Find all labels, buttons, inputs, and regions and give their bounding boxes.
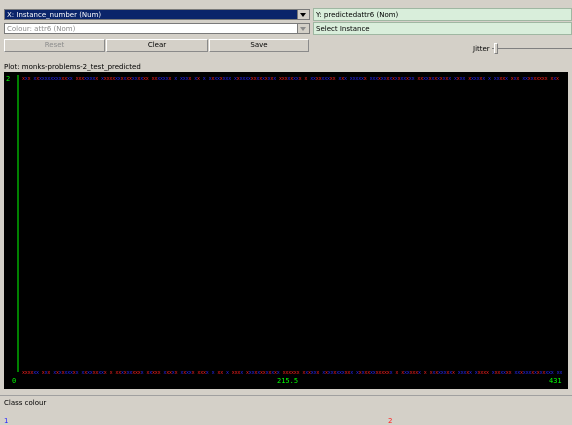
data-point: x — [364, 76, 367, 82]
data-point: x — [424, 370, 427, 376]
data-point: x — [509, 370, 512, 376]
legend-divider — [0, 395, 572, 396]
select-instance-box[interactable]: Select Instance — [313, 22, 572, 35]
colour-select[interactable]: Colour: attr6 (Nom) — [4, 23, 310, 34]
data-point: x — [158, 370, 161, 376]
data-point: x — [273, 76, 276, 82]
data-point: x — [316, 370, 319, 376]
data-point: x — [28, 76, 31, 82]
save-button[interactable]: Save — [209, 39, 309, 52]
data-point: x — [299, 76, 302, 82]
x-tick-label-max: 431 — [549, 377, 562, 385]
x-axis-select[interactable]: X: Instance_number (Num) — [4, 9, 310, 20]
data-point: x — [206, 370, 209, 376]
colour-select-value: Colour: attr6 (Nom) — [7, 25, 76, 33]
data-point: x — [488, 76, 491, 82]
clear-button[interactable]: Clear — [106, 39, 208, 52]
class-legend-2: 2 — [388, 417, 393, 425]
data-point: x — [395, 370, 398, 376]
x-tick-label-min: 0 — [12, 377, 16, 385]
data-point: x — [482, 76, 485, 82]
data-point: x — [76, 370, 79, 376]
data-point: x — [462, 76, 465, 82]
data-point: x — [505, 76, 508, 82]
reset-button[interactable]: Reset — [4, 39, 105, 52]
data-point: x — [344, 76, 347, 82]
data-point: x — [486, 370, 489, 376]
data-point: x — [36, 370, 39, 376]
data-point: x — [277, 370, 280, 376]
jitter-slider-track[interactable] — [492, 48, 572, 49]
data-point: x — [559, 370, 562, 376]
data-point: x — [551, 370, 554, 376]
data-point: x — [174, 76, 177, 82]
x-tick-label-mid: 215.5 — [277, 377, 298, 385]
data-point: x — [220, 370, 223, 376]
plot-title: Plot: monks-problems-2_test_predicted — [4, 63, 141, 71]
class-legend-1: 1 — [4, 417, 9, 425]
data-point: x — [545, 76, 548, 82]
data-point: x — [141, 370, 144, 376]
y-axis-select-value: Y: predictedattr6 (Nom) — [316, 11, 399, 19]
data-point: x — [418, 370, 421, 376]
colour-dropdown-button[interactable] — [297, 24, 309, 33]
data-point: x — [452, 370, 455, 376]
y-tick-label-top: 2 — [6, 75, 10, 83]
points-row-class-2: xxxxxxxxxxxxxxxxxxxxxxxxxxxxxxxxxxxxxxxx… — [22, 76, 559, 82]
scatter-plot: 2 0 215.5 431 xxxxxxxxxxxxxxxxxxxxxxxxxx… — [6, 75, 562, 385]
plot-area[interactable]: 2 0 215.5 431 xxxxxxxxxxxxxxxxxxxxxxxxxx… — [4, 72, 568, 389]
data-point: x — [390, 370, 393, 376]
data-point: x — [226, 370, 229, 376]
chevron-down-icon — [300, 13, 306, 17]
data-point: x — [70, 76, 73, 82]
data-point: x — [168, 76, 171, 82]
data-point: x — [304, 76, 307, 82]
data-point: x — [240, 370, 243, 376]
data-point: x — [146, 76, 149, 82]
class-colour-label: Class colour — [4, 399, 47, 407]
points-row-class-1: xxxxxxxxxxxxxxxxxxxxxxxxxxxxxxxxxxxxxxxx… — [22, 370, 562, 376]
y-axis-select[interactable]: Y: predictedattr6 (Nom) — [313, 8, 572, 21]
data-point: x — [333, 76, 336, 82]
data-point: x — [516, 76, 519, 82]
data-point: x — [188, 76, 191, 82]
data-point: x — [203, 76, 206, 82]
x-axis-dropdown-button[interactable] — [297, 10, 309, 19]
jitter-label: Jitter — [473, 45, 490, 53]
x-axis-select-value: X: Instance_number (Num) — [7, 11, 102, 19]
data-point: x — [175, 370, 178, 376]
jitter-slider-thumb[interactable] — [494, 43, 498, 54]
data-point: x — [228, 76, 231, 82]
data-point: x — [104, 370, 107, 376]
data-point: x — [350, 370, 353, 376]
data-point: x — [448, 76, 451, 82]
data-point: x — [556, 76, 559, 82]
data-point: x — [297, 370, 300, 376]
data-point: x — [110, 370, 113, 376]
data-point: x — [412, 76, 415, 82]
data-point: x — [47, 370, 50, 376]
select-instance-label: Select Instance — [316, 25, 370, 33]
data-point: x — [192, 370, 195, 376]
data-point: x — [469, 370, 472, 376]
data-point: x — [197, 76, 200, 82]
data-point: x — [212, 370, 215, 376]
data-point: x — [95, 76, 98, 82]
chevron-down-icon — [300, 27, 306, 31]
